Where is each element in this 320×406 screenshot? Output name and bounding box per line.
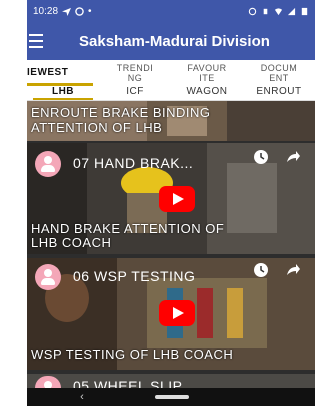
tab-favourite-label-1: FAVOUR	[187, 63, 227, 73]
play-icon[interactable]	[159, 300, 195, 326]
whatsapp-icon	[75, 6, 84, 16]
clock-icon[interactable]	[253, 149, 269, 165]
status-time: 10:28	[33, 5, 59, 17]
clock-icon[interactable]	[253, 262, 269, 278]
tab-trending-label-2: NG	[127, 73, 143, 83]
video-title: 05 WHEEL SLIP	[73, 378, 183, 388]
subtab-icf[interactable]: ICF	[99, 86, 171, 100]
phone-screen: 10:28 • Saksham-Madurai Division IEWEST …	[27, 0, 315, 406]
play-icon[interactable]	[159, 186, 195, 212]
back-icon[interactable]: ‹	[75, 390, 89, 404]
video-overlay-text-2: LHB COACH	[31, 235, 112, 250]
tab-trending-label-1: TRENDI	[116, 63, 154, 73]
app-title: Saksham-Madurai Division	[79, 32, 270, 50]
tab-favourite-label-2: ITE	[199, 73, 215, 83]
wifi-icon	[274, 7, 283, 15]
tab-document[interactable]: DOCUM ENT	[243, 60, 315, 86]
video-title: 07 HAND BRAK...	[73, 155, 194, 171]
video-card-enroute[interactable]: ENROUTE BRAKE BINDING ATTENTION OF LHB	[27, 101, 315, 141]
video-card-hand-brake[interactable]: 07 HAND BRAK... HAND BRAKE ATTENTION OF …	[27, 143, 315, 254]
send-icon	[62, 7, 72, 16]
share-icon[interactable]	[285, 262, 301, 278]
tab-newest[interactable]: IEWEST	[27, 60, 99, 86]
category-tabs: IEWEST TRENDI NG FAVOUR ITE DOCUM ENT	[27, 60, 315, 86]
tab-trending[interactable]: TRENDI NG	[99, 60, 171, 86]
alarm-icon	[248, 7, 257, 15]
video-overlay-text-1: ENROUTE BRAKE BINDING	[31, 105, 211, 120]
video-overlay-text-1: HAND BRAKE ATTENTION OF	[31, 221, 225, 236]
tab-document-label-2: ENT	[269, 73, 289, 83]
dot-icon: •	[88, 5, 92, 17]
vibrate-icon	[263, 8, 268, 14]
video-overlay-text-2: ATTENTION OF LHB	[31, 120, 163, 135]
menu-icon[interactable]	[27, 22, 55, 60]
app-bar: Saksham-Madurai Division	[27, 22, 315, 60]
tab-favourite[interactable]: FAVOUR ITE	[171, 60, 243, 86]
coach-type-tabs: LHB ICF WAGON ENROUT	[27, 86, 315, 101]
subtab-wagon[interactable]: WAGON	[171, 86, 243, 100]
share-icon[interactable]	[285, 149, 301, 165]
signal-icon	[287, 7, 296, 15]
home-icon[interactable]	[155, 395, 189, 399]
system-nav-bar: ‹	[27, 388, 315, 406]
channel-avatar[interactable]	[35, 151, 61, 177]
tab-newest-label: IEWEST	[27, 67, 69, 78]
subtab-lhb[interactable]: LHB	[27, 86, 99, 100]
video-card-wheel-slip[interactable]: 05 WHEEL SLIP	[27, 374, 315, 388]
video-card-wsp-testing[interactable]: 06 WSP TESTING WSP TESTING OF LHB COACH	[27, 258, 315, 370]
video-title: 06 WSP TESTING	[73, 268, 196, 284]
channel-avatar[interactable]	[35, 264, 61, 290]
battery-icon	[301, 7, 308, 15]
subtab-enroute[interactable]: ENROUT	[243, 86, 315, 100]
tab-document-label-1: DOCUM	[260, 63, 298, 73]
video-overlay-text-1: WSP TESTING OF LHB COACH	[31, 347, 234, 362]
status-bar: 10:28 •	[27, 0, 315, 22]
